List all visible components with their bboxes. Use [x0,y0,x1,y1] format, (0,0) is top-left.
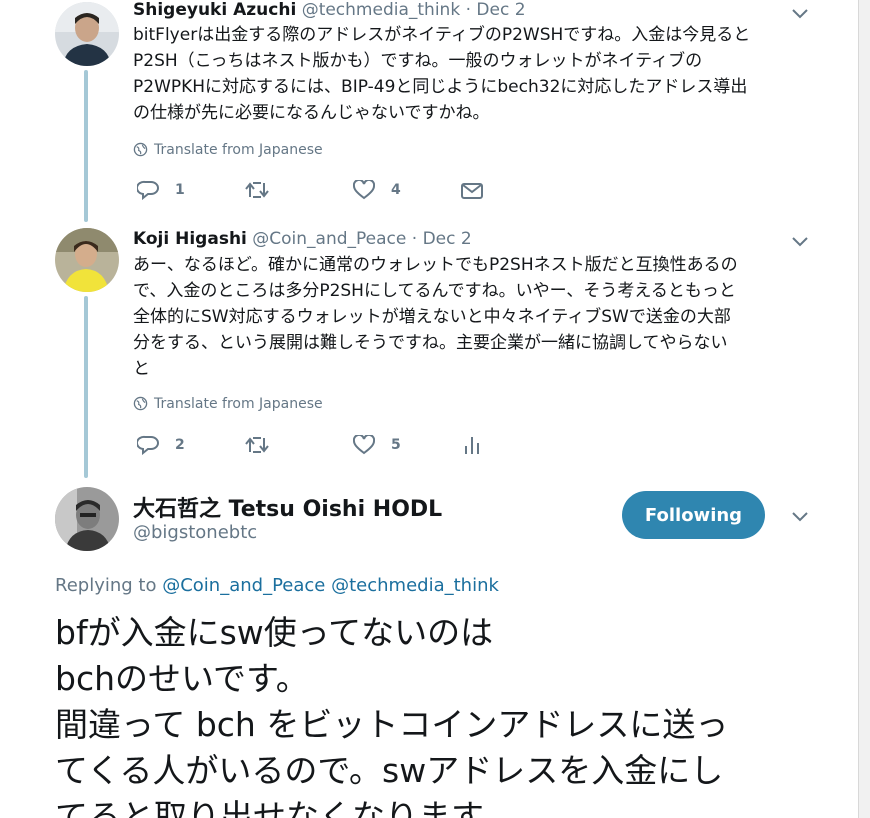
avatar[interactable] [55,2,119,66]
globe-icon [133,142,148,157]
translate-label: Translate from Japanese [154,142,323,158]
translate-link[interactable]: Translate from Japanese [133,396,323,412]
main-tweet-text: bfが入金にsw使ってないのは bchのせいです。 間違って bch をビットコ… [55,610,835,818]
tweet-text-line: の仕様が先に必要になるんじゃないですかね。 [133,103,490,123]
replying-prefix: Replying to [55,575,157,596]
like-count: 4 [391,182,401,198]
like-count: 5 [391,437,401,453]
retweet-icon [245,437,269,453]
retweet-action[interactable] [245,181,269,199]
author-name[interactable]: 大石哲之 Tetsu Oishi HODL [133,491,442,523]
tweet-text: bitFlyerは出金する際のアドレスがネイティブのP2WSHですね。入金は今見… [133,22,823,126]
tweet-text-line: P2SH（こっちはネスト版かも）ですね。一般のウォレットがネイティブの [133,51,703,71]
tweet-text-line: で、入金のところは多分P2SHにしてるんですね。いやー、そう考えるともっと [133,281,736,301]
reply-count: 2 [175,437,185,453]
reply-icon [137,180,159,200]
replying-to: Replying to @Coin_and_Peace @techmedia_t… [55,575,499,596]
reply-icon [137,435,159,455]
analytics-icon [465,437,479,454]
tweet-text-line: と [133,359,150,379]
translate-link[interactable]: Translate from Japanese [133,142,323,158]
author-handle[interactable]: @Coin_and_Peace [252,229,406,249]
like-icon [353,180,375,200]
like-action[interactable]: 4 [353,180,401,200]
tweet-text-line: てると取り出せなくなります [55,797,484,818]
tweet-date[interactable]: Dec 2 [476,0,525,20]
tweet-header: Shigeyuki Azuchi @techmedia_think · Dec … [133,0,526,20]
reply-count: 1 [175,182,185,198]
tweet-text-line: 間違って bch をビットコインアドレスに送っ [55,705,729,744]
mention-link[interactable]: @Coin_and_Peace [162,575,325,596]
tweet-text-line: P2WPKHに対応するには、BIP-49と同じようにbech32に対応したアドレ… [133,77,748,97]
tweet-text-line: あー、なるほど。確かに通常のウォレットでもP2SHネスト版だと互換性あるの [133,255,738,275]
tweet-text-line: てくる人がいるので。swアドレスを入金にし [55,751,724,790]
thread-line [84,296,88,478]
retweet-icon [245,182,269,198]
mention-link[interactable]: @techmedia_think [331,575,499,596]
globe-icon [133,396,148,411]
chevron-down-icon[interactable] [789,6,811,22]
separator-dot: · [465,0,471,20]
author-handle[interactable]: @techmedia_think [302,0,460,20]
tweet-header: Koji Higashi @Coin_and_Peace · Dec 2 [133,229,472,249]
avatar[interactable] [55,228,119,292]
like-action[interactable]: 5 [353,435,401,455]
tweet-date[interactable]: Dec 2 [423,229,472,249]
chevron-down-icon[interactable] [789,509,811,525]
following-button[interactable]: Following [622,491,765,539]
chevron-down-icon[interactable] [789,234,811,250]
separator-dot: · [411,229,418,249]
analytics-action[interactable] [463,435,481,455]
reply-action[interactable]: 1 [137,180,185,200]
dm-icon [461,183,483,199]
tweet-text-line: bfが入金にsw使ってないのは [55,613,494,652]
tweet-text-line: bchのせいです。 [55,659,309,698]
tweet-text-line: bitFlyerは出金する際のアドレスがネイティブのP2WSHですね。入金は今見… [133,25,751,45]
scrollbar[interactable] [858,0,870,818]
author-handle[interactable]: @bigstonebtc [133,522,257,543]
reply-action[interactable]: 2 [137,435,185,455]
author-name[interactable]: Shigeyuki Azuchi [133,0,296,20]
translate-label: Translate from Japanese [154,396,323,412]
author-name[interactable]: Koji Higashi [133,229,247,249]
dm-action[interactable] [461,182,483,200]
avatar[interactable] [55,487,119,551]
like-icon [353,435,375,455]
retweet-action[interactable] [245,436,269,454]
tweet-text-line: 全体的にSW対応するウォレットが増えないと中々ネイティブSWで送金の大部 [133,307,731,327]
tweet-text-line: 分をする、という展開は難しそうですね。主要企業が一緒に協調してやらない [133,333,728,353]
thread-line [84,70,88,222]
tweet-text: あー、なるほど。確かに通常のウォレットでもP2SHネスト版だと互換性あるの で、… [133,252,823,382]
